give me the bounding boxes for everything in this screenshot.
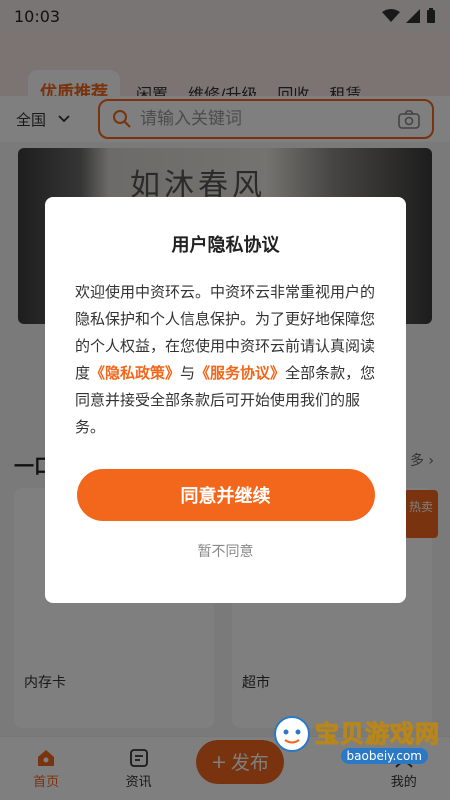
watermark-text: 宝贝游戏网 bbox=[315, 720, 440, 749]
watermark-logo-icon bbox=[274, 716, 310, 752]
decline-button[interactable]: 暂不同意 bbox=[198, 541, 254, 561]
privacy-policy-link[interactable]: 《隐私政策》 bbox=[90, 364, 180, 382]
dialog-body: 欢迎使用中资环云。中资环云非常重视用户的隐私保护和个人信息保护。为了更好地保障您… bbox=[75, 279, 376, 441]
service-agreement-link[interactable]: 《服务协议》 bbox=[195, 364, 285, 382]
watermark: 宝贝游戏网 baobeiy.com bbox=[270, 710, 440, 780]
privacy-dialog: 用户隐私协议 欢迎使用中资环云。中资环云非常重视用户的隐私保护和个人信息保护。为… bbox=[45, 197, 406, 603]
dialog-body-and: 与 bbox=[180, 364, 196, 382]
watermark-url: baobeiy.com bbox=[340, 748, 428, 764]
agree-continue-button[interactable]: 同意并继续 bbox=[76, 469, 375, 521]
dialog-title: 用户隐私协议 bbox=[171, 235, 280, 256]
